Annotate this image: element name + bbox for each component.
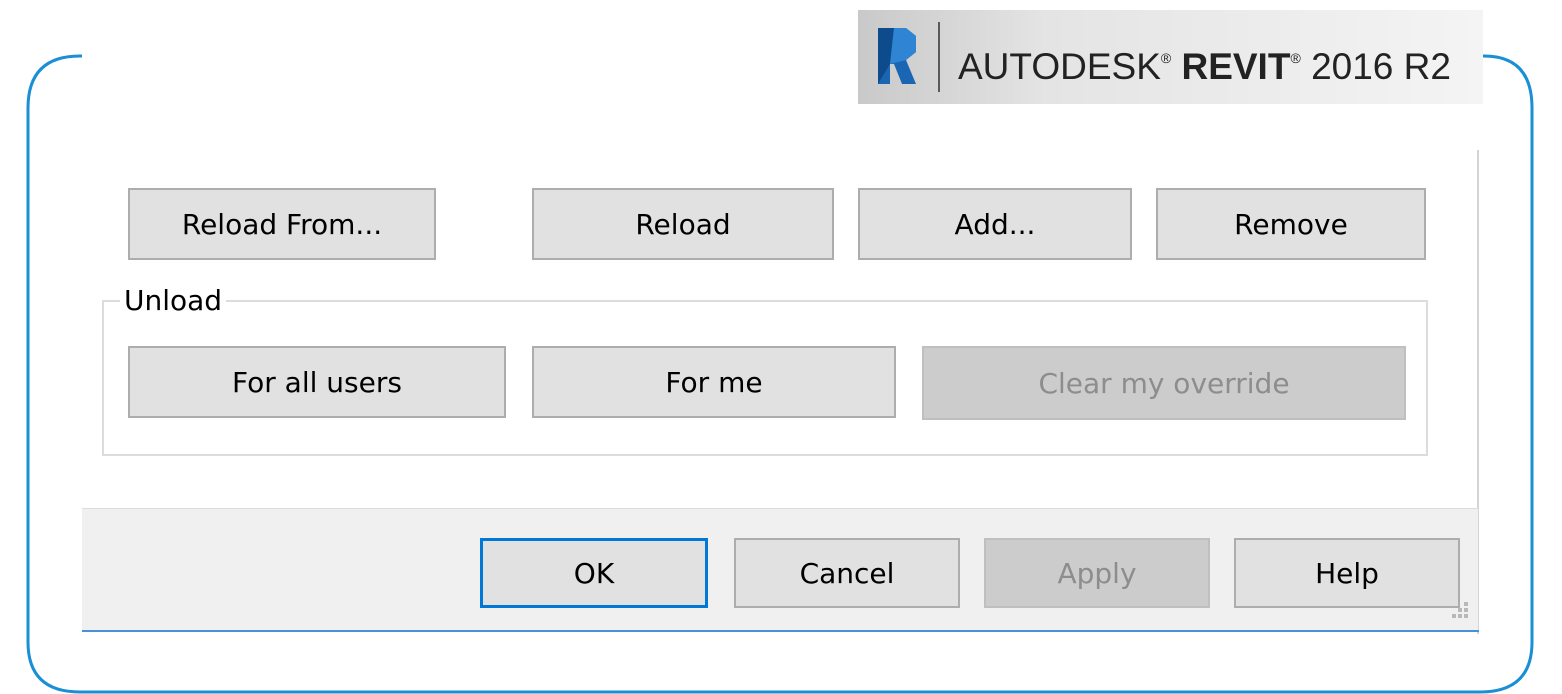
product-trademark: ®	[1290, 50, 1301, 66]
product-name: AUTODESK® REVIT® 2016 R2	[958, 36, 1451, 89]
apply-button[interactable]: Apply	[984, 538, 1210, 608]
revit-r-logo-icon	[878, 28, 916, 84]
reload-button[interactable]: Reload	[532, 188, 834, 260]
brand-divider	[938, 22, 940, 92]
unload-for-all-users-button[interactable]: For all users	[128, 346, 506, 418]
remove-button[interactable]: Remove	[1156, 188, 1426, 260]
resize-grip-icon[interactable]	[1448, 598, 1472, 622]
screenshot-stage: Reload From... Reload Add... Remove Unlo…	[0, 0, 1562, 694]
reload-from-button[interactable]: Reload From...	[128, 188, 436, 260]
product-title: REVIT	[1181, 46, 1291, 87]
add-button[interactable]: Add...	[858, 188, 1132, 260]
cancel-button[interactable]: Cancel	[734, 538, 960, 608]
vendor-trademark: ®	[1160, 50, 1172, 66]
product-version: 2016 R2	[1311, 46, 1451, 87]
dialog-bottom-edge	[82, 630, 1479, 632]
ok-button[interactable]: OK	[480, 538, 708, 608]
clear-my-override-button[interactable]: Clear my override	[922, 346, 1406, 420]
vendor-name: AUTODESK	[958, 46, 1161, 87]
autodesk-revit-banner: AUTODESK® REVIT® 2016 R2	[858, 10, 1483, 104]
help-button[interactable]: Help	[1234, 538, 1460, 608]
unload-group-label: Unload	[120, 284, 227, 318]
unload-for-me-button[interactable]: For me	[532, 346, 896, 418]
